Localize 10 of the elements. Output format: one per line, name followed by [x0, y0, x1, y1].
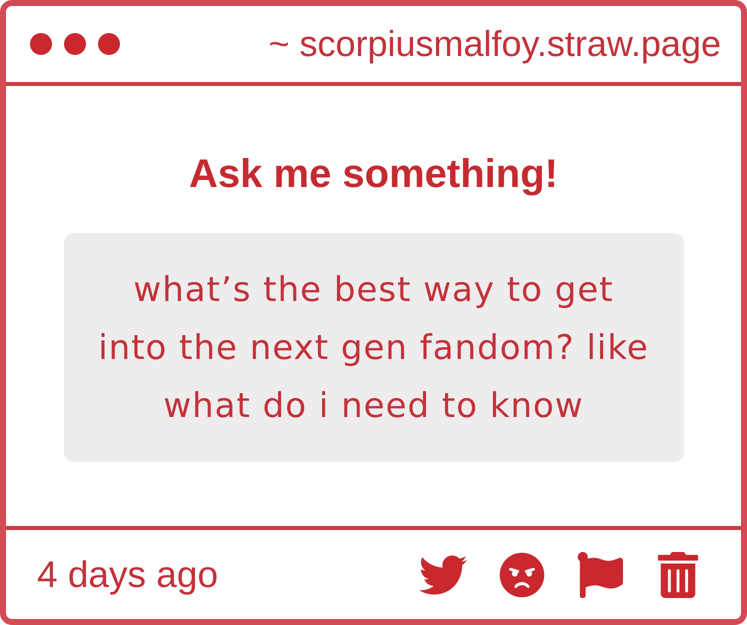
- timestamp: 4 days ago: [37, 556, 218, 593]
- page-address: ~ scorpiusmalfoy.straw.page: [268, 26, 721, 62]
- question-text: what’s the best way to get into the next gen fandom? like what do i need to know: [97, 268, 650, 428]
- window-dot-icon: [30, 33, 52, 55]
- flag-icon[interactable]: [577, 552, 623, 598]
- card-title: Ask me something!: [189, 151, 558, 198]
- angry-face-icon[interactable]: [499, 552, 545, 598]
- window-dot-icon: [98, 33, 120, 55]
- trash-icon[interactable]: [655, 552, 701, 598]
- window-dot-icon: [64, 33, 86, 55]
